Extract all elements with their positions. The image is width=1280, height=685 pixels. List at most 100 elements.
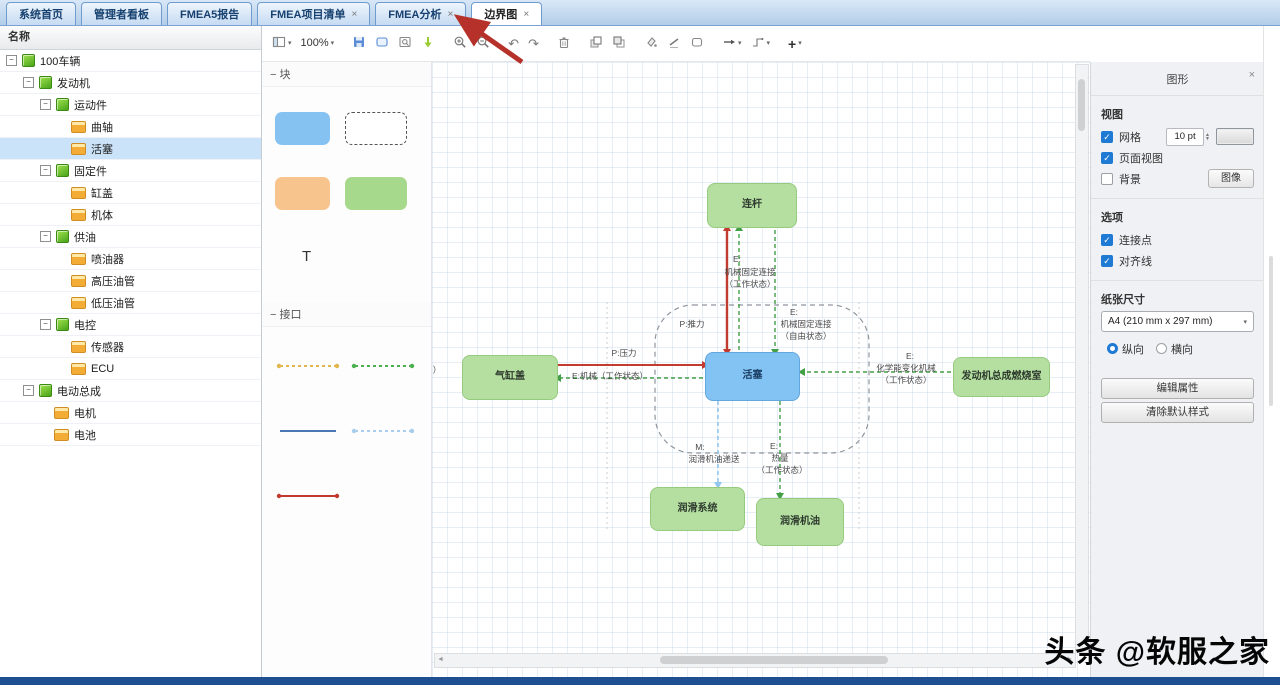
tree-item[interactable]: −固定件	[0, 160, 261, 182]
page-view-checkbox[interactable]: ✓	[1101, 152, 1113, 164]
tree-item[interactable]: 缸盖	[0, 182, 261, 204]
expand-toggle[interactable]: −	[23, 77, 34, 88]
expand-toggle[interactable]: −	[40, 165, 51, 176]
zoom-window-icon[interactable]	[398, 35, 412, 53]
chevron-down-icon: ▾	[288, 40, 292, 47]
tree-item[interactable]: 喷油器	[0, 248, 261, 270]
palette-section-blocks[interactable]: − 块	[262, 62, 431, 87]
zoom-in-icon[interactable]	[453, 35, 467, 53]
diagram-block[interactable]: 活塞	[705, 352, 800, 401]
tree-item[interactable]: 高压油管	[0, 270, 261, 292]
diagram-canvas[interactable]: ◄ ► 连杆活塞气缸盖发动机总成燃烧室润滑系统润滑机油E:机械固定连接（工作状态…	[432, 62, 1090, 677]
tab-管理者看板[interactable]: 管理者看板	[81, 2, 162, 25]
tab-FMEA分析[interactable]: FMEA分析×	[375, 2, 466, 25]
tree-item-label: 喷油器	[91, 251, 124, 267]
expand-toggle[interactable]: −	[40, 319, 51, 330]
tree-item[interactable]: 电池	[0, 424, 261, 446]
delete-icon[interactable]	[557, 35, 571, 53]
undo-icon[interactable]: ↶	[508, 37, 519, 50]
energy-line-yellow[interactable]	[275, 358, 341, 376]
line-style-icon[interactable]	[667, 35, 681, 53]
grid-checkbox[interactable]: ✓	[1101, 131, 1113, 143]
background-image-button[interactable]: 图像	[1208, 169, 1254, 188]
tree-item[interactable]: ECU	[0, 358, 261, 380]
fill-color-icon[interactable]	[644, 35, 658, 53]
horizontal-scrollbar[interactable]: ◄ ►	[434, 653, 1076, 668]
vertical-scrollbar[interactable]	[1075, 64, 1089, 653]
clear-default-style-button[interactable]: 清除默认样式	[1101, 402, 1254, 423]
zoom-out-icon[interactable]	[476, 35, 490, 53]
expand-toggle[interactable]: −	[23, 385, 34, 396]
tab-FMEA5报告[interactable]: FMEA5报告	[167, 2, 252, 25]
tree-item[interactable]: −电动总成	[0, 380, 261, 402]
paper-size-select[interactable]: A4 (210 mm x 297 mm) ▾	[1101, 311, 1254, 332]
panel-toggle-icon[interactable]: ▾	[272, 35, 292, 53]
zoom-level-select[interactable]: 100%▾	[301, 38, 335, 49]
diagram-block[interactable]: 润滑机油	[756, 498, 844, 546]
orange-block-shape[interactable]	[275, 177, 330, 210]
grid-size-input[interactable]: 10 pt	[1166, 128, 1204, 146]
download-icon[interactable]	[421, 35, 435, 53]
horizontal-scroll-thumb[interactable]	[660, 656, 888, 664]
grid-size-stepper[interactable]: ▲▼	[1205, 133, 1210, 141]
bottom-bar	[0, 677, 1280, 685]
diagram-block[interactable]: 润滑系统	[650, 487, 745, 531]
guides-checkbox[interactable]: ✓	[1101, 255, 1113, 267]
tab-close-icon[interactable]: ×	[447, 9, 453, 20]
tree-item[interactable]: 传感器	[0, 336, 261, 358]
connection-points-checkbox[interactable]: ✓	[1101, 234, 1113, 246]
redo-icon[interactable]: ↷	[528, 37, 539, 50]
diagram-block[interactable]: 连杆	[707, 183, 797, 228]
edge-label: E:	[906, 351, 914, 361]
add-shape-icon[interactable]: +▾	[788, 37, 802, 51]
send-back-icon[interactable]	[612, 35, 626, 53]
edit-properties-button[interactable]: 编辑属性	[1101, 378, 1254, 399]
tree-item[interactable]: −100车辆	[0, 50, 261, 72]
assembly-icon	[56, 230, 69, 243]
tab-系统首页[interactable]: 系统首页	[6, 2, 76, 25]
connector-style-icon[interactable]: ▾	[751, 35, 771, 53]
tree-item[interactable]: 低压油管	[0, 292, 261, 314]
tab-close-icon[interactable]: ×	[523, 9, 529, 20]
save-icon[interactable]	[352, 35, 366, 53]
tree-item[interactable]: 电机	[0, 402, 261, 424]
watermark: 头条 @软服之家	[1044, 627, 1270, 671]
diagram-block[interactable]: 气缸盖	[462, 355, 558, 400]
tree-item[interactable]: −发动机	[0, 72, 261, 94]
green-block-shape[interactable]	[345, 177, 407, 210]
blue-block-shape[interactable]	[275, 112, 330, 145]
dashed-line-lightblue[interactable]	[350, 423, 416, 441]
dashed-block-shape[interactable]	[345, 112, 407, 145]
tree-item[interactable]: 曲轴	[0, 116, 261, 138]
panel-scroll-thumb[interactable]	[1269, 256, 1273, 406]
tab-close-icon[interactable]: ×	[351, 9, 357, 20]
bring-front-icon[interactable]	[589, 35, 603, 53]
tab-边界图[interactable]: 边界图×	[471, 2, 542, 25]
shape-icon[interactable]	[375, 35, 389, 53]
text-tool[interactable]: T	[302, 248, 311, 265]
background-checkbox[interactable]	[1101, 173, 1113, 185]
vertical-scroll-thumb[interactable]	[1078, 79, 1085, 131]
grid-color-swatch[interactable]	[1216, 128, 1254, 145]
outline-icon[interactable]	[690, 35, 704, 53]
tree-item[interactable]: 活塞	[0, 138, 261, 160]
scroll-left-icon[interactable]: ◄	[437, 656, 444, 663]
solid-line-blue[interactable]	[275, 423, 341, 441]
tree-item[interactable]: −供油	[0, 226, 261, 248]
expand-toggle[interactable]: −	[40, 231, 51, 242]
landscape-radio[interactable]	[1156, 343, 1167, 354]
tree-item[interactable]: −运动件	[0, 94, 261, 116]
arrow-style-icon[interactable]: ▾	[722, 35, 742, 53]
tree-item[interactable]: −电控	[0, 314, 261, 336]
energy-line-green[interactable]	[350, 358, 416, 376]
portrait-label: 纵向	[1122, 341, 1144, 357]
physical-line-red[interactable]	[275, 488, 341, 506]
close-icon[interactable]: ×	[1249, 69, 1255, 81]
expand-toggle[interactable]: −	[6, 55, 17, 66]
tree-item[interactable]: 机体	[0, 204, 261, 226]
tab-FMEA项目清单[interactable]: FMEA项目清单×	[257, 2, 370, 25]
portrait-radio[interactable]	[1107, 343, 1118, 354]
palette-section-interfaces[interactable]: − 接口	[262, 302, 431, 327]
expand-toggle[interactable]: −	[40, 99, 51, 110]
diagram-block[interactable]: 发动机总成燃烧室	[953, 357, 1050, 397]
